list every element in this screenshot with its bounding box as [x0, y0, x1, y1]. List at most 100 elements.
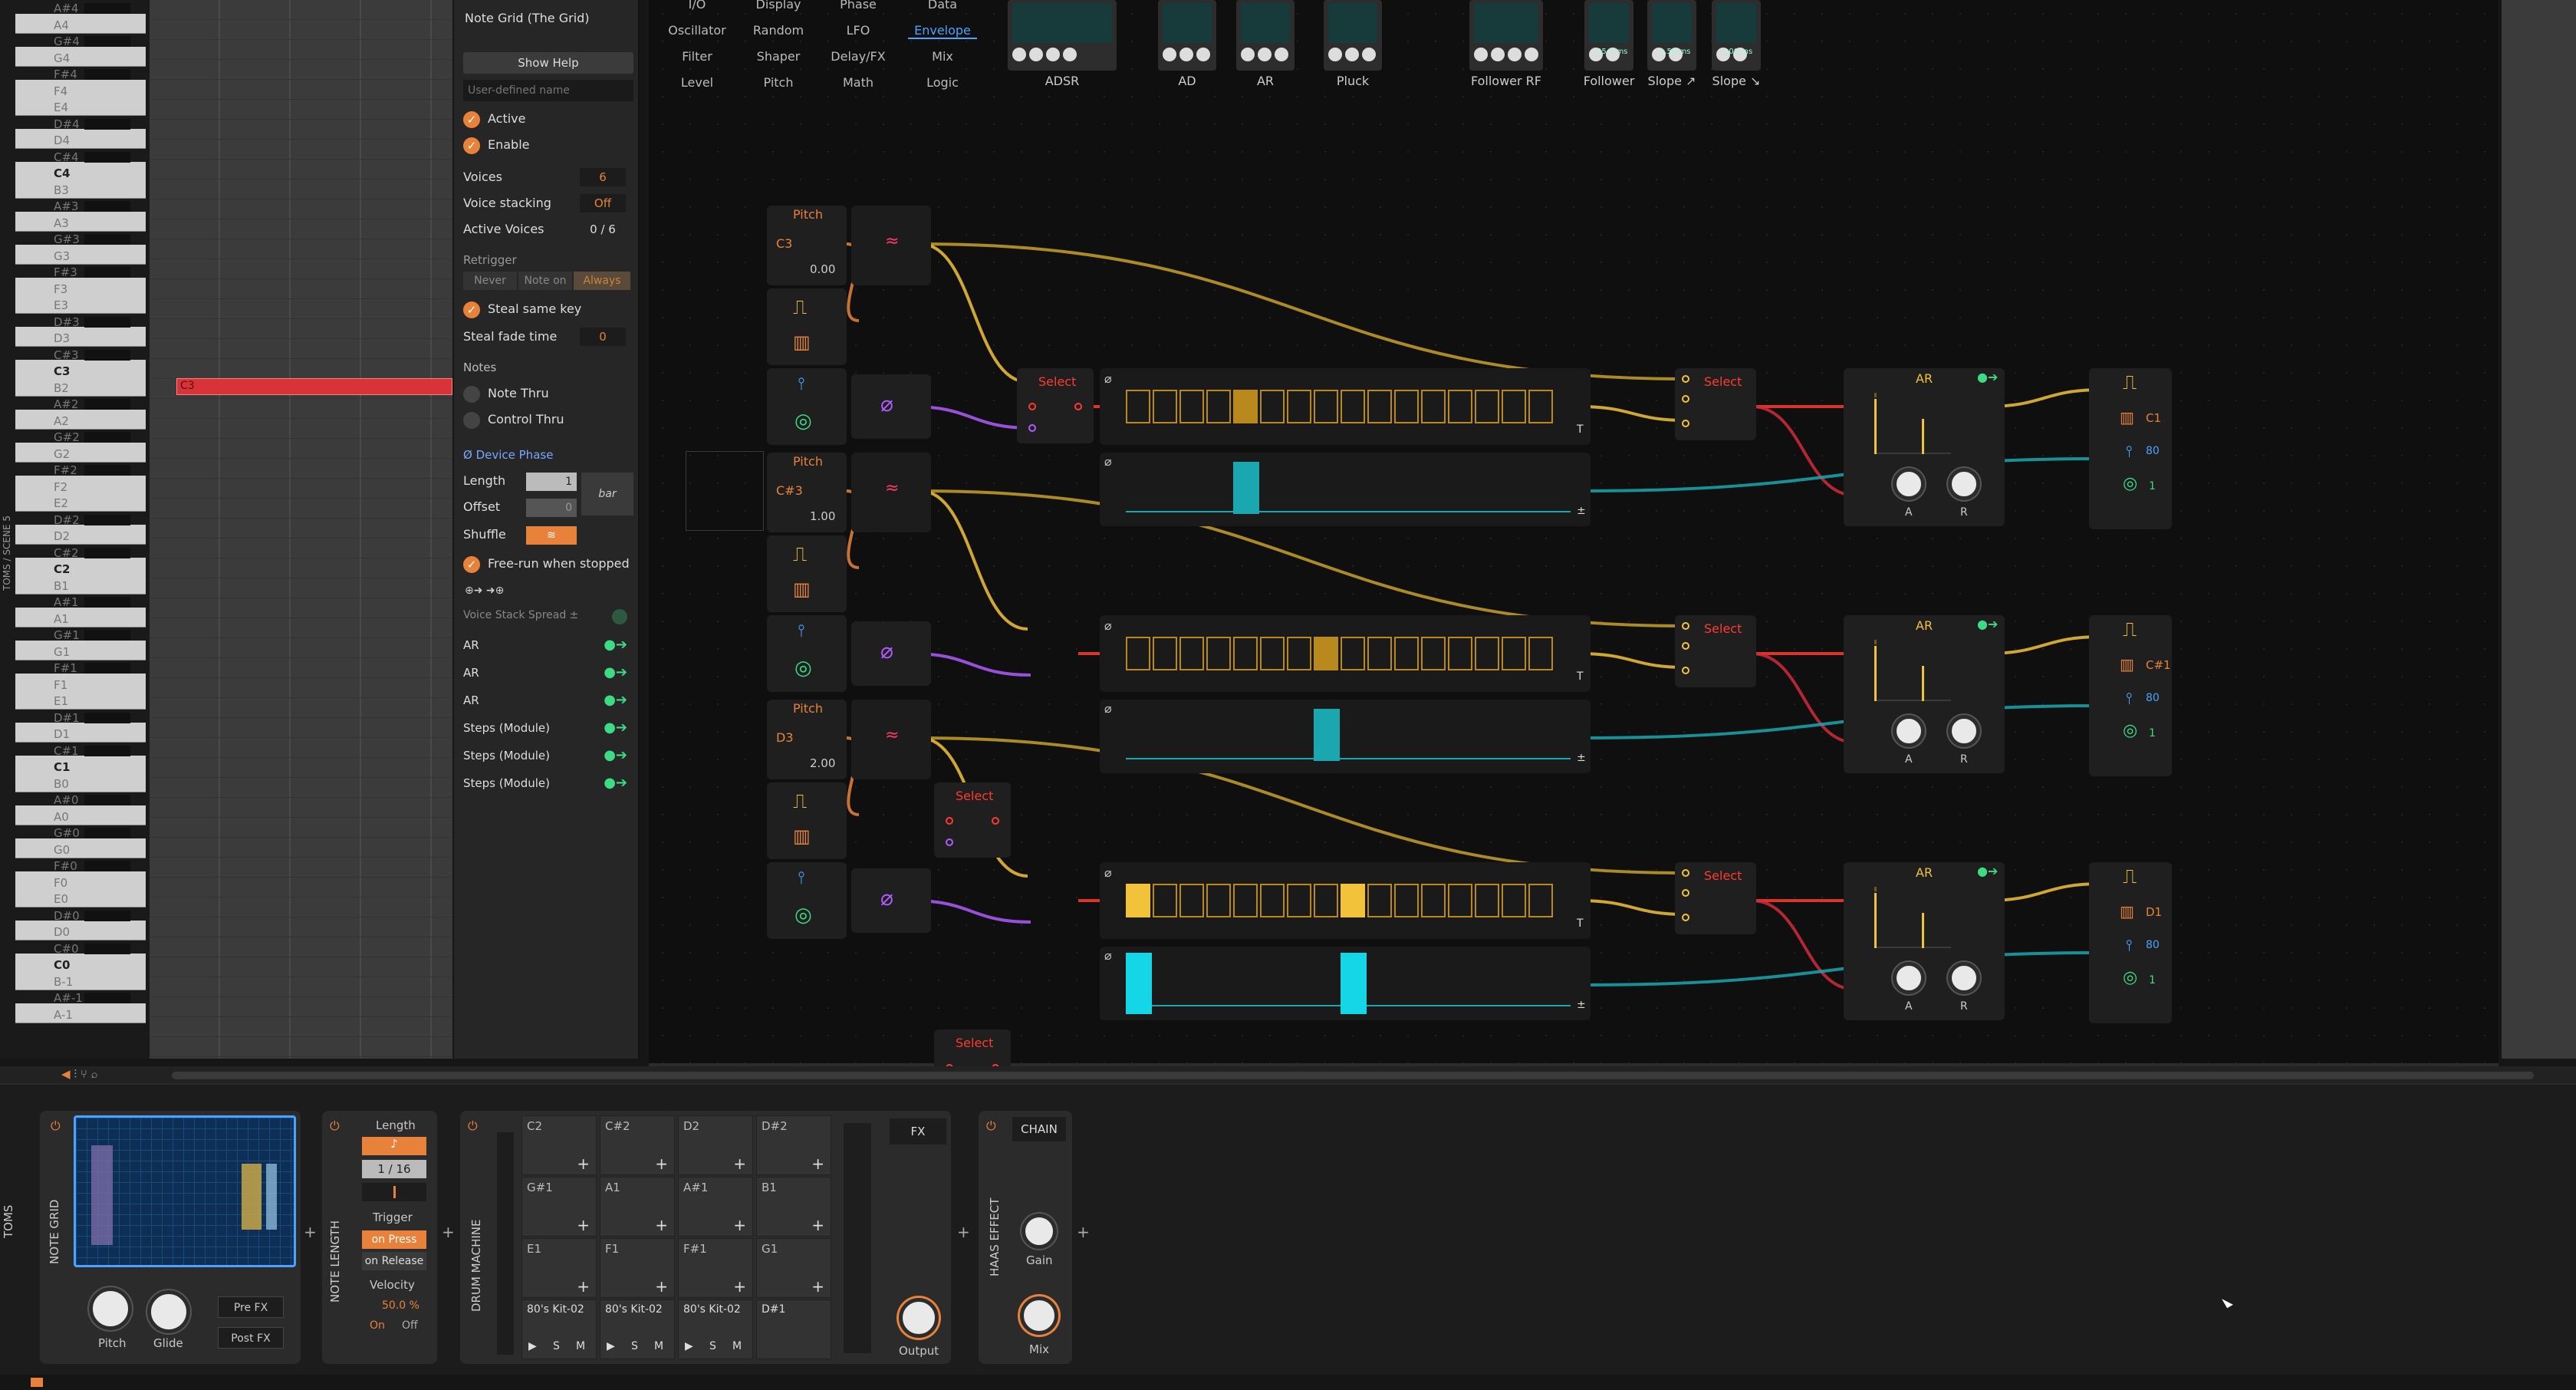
step-cell[interactable]: [1448, 390, 1472, 423]
black-key[interactable]: [84, 993, 130, 1003]
mod-arrow-icon[interactable]: ●➔: [604, 634, 627, 657]
black-key[interactable]: [84, 745, 130, 756]
play-icon[interactable]: ▶: [607, 1340, 615, 1352]
enable-toggle[interactable]: ✓ Enable: [463, 133, 630, 156]
phase-module[interactable]: ⌀: [851, 374, 931, 439]
modulator-ar-3[interactable]: AR ●➔: [463, 689, 627, 712]
step-cell[interactable]: [1206, 390, 1231, 423]
black-key[interactable]: [84, 630, 130, 641]
step-cell[interactable]: [1528, 884, 1553, 917]
drum-scroll[interactable]: [497, 1132, 514, 1355]
black-key[interactable]: [84, 663, 130, 674]
step-cell[interactable]: [1179, 637, 1204, 670]
velocity-steps[interactable]: ⌀ ±: [1100, 947, 1591, 1020]
power-icon[interactable]: ⏻: [330, 1118, 340, 1134]
pitch-module[interactable]: Pitch C#3 1.00: [767, 453, 847, 532]
ar-envelope[interactable]: AR ●➔ A R: [1844, 615, 2005, 773]
white-key[interactable]: [15, 376, 146, 397]
select-module-b[interactable]: Select: [1675, 615, 1756, 687]
browser-item[interactable]: Logic: [908, 75, 977, 90]
velocity-on[interactable]: On: [370, 1319, 385, 1332]
retrigger-never[interactable]: Never: [463, 272, 517, 290]
attack-knob[interactable]: [1893, 962, 1925, 994]
step-cell[interactable]: [1260, 637, 1285, 670]
browser-item[interactable]: Display: [744, 0, 813, 12]
step-cell[interactable]: [1341, 390, 1365, 423]
module-label[interactable]: ADSR: [992, 74, 1132, 88]
drum-fader[interactable]: [844, 1123, 871, 1353]
ar-envelope[interactable]: AR ●➔ A R: [1844, 862, 2005, 1020]
power-icon[interactable]: ⏻: [986, 1118, 996, 1134]
play-icon[interactable]: ▶: [685, 1340, 693, 1352]
black-key[interactable]: [84, 349, 130, 361]
white-key[interactable]: [15, 178, 146, 199]
modulator-steps-3[interactable]: Steps (Module) ●➔: [463, 772, 627, 795]
step-cell[interactable]: [1314, 390, 1338, 423]
velocity-steps[interactable]: ⌀ ±: [1100, 453, 1591, 526]
port-icon[interactable]: [1074, 403, 1082, 410]
shuffle-toggle[interactable]: ≋: [526, 526, 577, 545]
trigger-module[interactable]: ⎍ ▥: [767, 288, 847, 365]
add-device-icon[interactable]: +: [1077, 1223, 1090, 1241]
browser-item[interactable]: Math: [824, 75, 893, 90]
mute-button[interactable]: M: [576, 1340, 585, 1352]
step-cell[interactable]: [1260, 884, 1285, 917]
drum-machine-device[interactable]: ⏻ DRUM MACHINE FX Output C2 + C#2 + D2 + D#2 + G…: [460, 1111, 951, 1364]
step-cell[interactable]: [1421, 884, 1446, 917]
port-icon[interactable]: [992, 817, 999, 825]
white-key[interactable]: [15, 129, 146, 149]
add-icon[interactable]: +: [733, 1277, 746, 1296]
step-cell[interactable]: [1394, 884, 1419, 917]
active-toggle[interactable]: ✓ Active: [463, 107, 630, 130]
output-knob[interactable]: [899, 1298, 939, 1338]
release-knob[interactable]: [1948, 468, 1980, 500]
velocity-bar[interactable]: [1314, 709, 1340, 761]
release-knob[interactable]: [1948, 962, 1980, 994]
drum-pad[interactable]: 80's Kit-02 ▶ S M: [600, 1299, 675, 1359]
browser-item[interactable]: Mix: [908, 49, 977, 64]
step-cell[interactable]: [1394, 390, 1419, 423]
browser-item[interactable]: Oscillator: [663, 23, 732, 38]
port-icon[interactable]: [1682, 395, 1689, 403]
module-thumb[interactable]: [1712, 0, 1761, 71]
step-cell[interactable]: [1287, 637, 1311, 670]
add-device-icon[interactable]: +: [957, 1223, 970, 1241]
mod-arrow-icon[interactable]: ●➔: [604, 772, 627, 795]
add-icon[interactable]: +: [655, 1216, 668, 1234]
pre-fx-button[interactable]: Pre FX: [218, 1296, 284, 1318]
white-key[interactable]: [15, 525, 146, 545]
step-cell[interactable]: [1233, 884, 1258, 917]
steal-fade-field[interactable]: 0: [580, 328, 626, 346]
add-icon[interactable]: +: [811, 1216, 824, 1234]
pitch-quantize-module[interactable]: ≈: [851, 700, 931, 779]
solo-button[interactable]: S: [631, 1340, 638, 1352]
release-knob[interactable]: [1948, 715, 1980, 747]
browser-item[interactable]: Pitch: [744, 75, 813, 90]
black-key[interactable]: [84, 151, 130, 163]
white-key[interactable]: [15, 294, 146, 314]
port-icon[interactable]: [1682, 642, 1689, 650]
step-cell[interactable]: [1179, 884, 1204, 917]
step-cell[interactable]: [1421, 637, 1446, 670]
port-icon[interactable]: [1028, 403, 1036, 410]
step-cell[interactable]: [1394, 637, 1419, 670]
voice-output[interactable]: ⎍ ▥ C1 ⫯ 80 ◎ 1: [2089, 368, 2172, 529]
white-key[interactable]: [15, 921, 146, 940]
step-cell[interactable]: [1475, 884, 1499, 917]
add-icon[interactable]: +: [577, 1216, 590, 1234]
step-cell[interactable]: [1126, 884, 1150, 917]
black-key[interactable]: [84, 943, 130, 954]
step-cell[interactable]: [1528, 637, 1553, 670]
browser-item[interactable]: Phase: [824, 0, 893, 12]
note-grid-device[interactable]: ⏻ NOTE GRID Pitch Glide Pre FX Post FX: [40, 1111, 301, 1364]
step-cell[interactable]: [1314, 884, 1338, 917]
velocity-bar[interactable]: [1341, 953, 1367, 1014]
velocity-bar[interactable]: [1126, 953, 1152, 1014]
black-key[interactable]: [84, 861, 130, 871]
black-key[interactable]: [84, 201, 130, 212]
drum-pad[interactable]: G#1 +: [521, 1177, 597, 1237]
black-key[interactable]: [84, 234, 130, 245]
step-cell[interactable]: [1126, 390, 1150, 423]
white-key[interactable]: [15, 409, 146, 430]
white-key[interactable]: [15, 46, 146, 67]
